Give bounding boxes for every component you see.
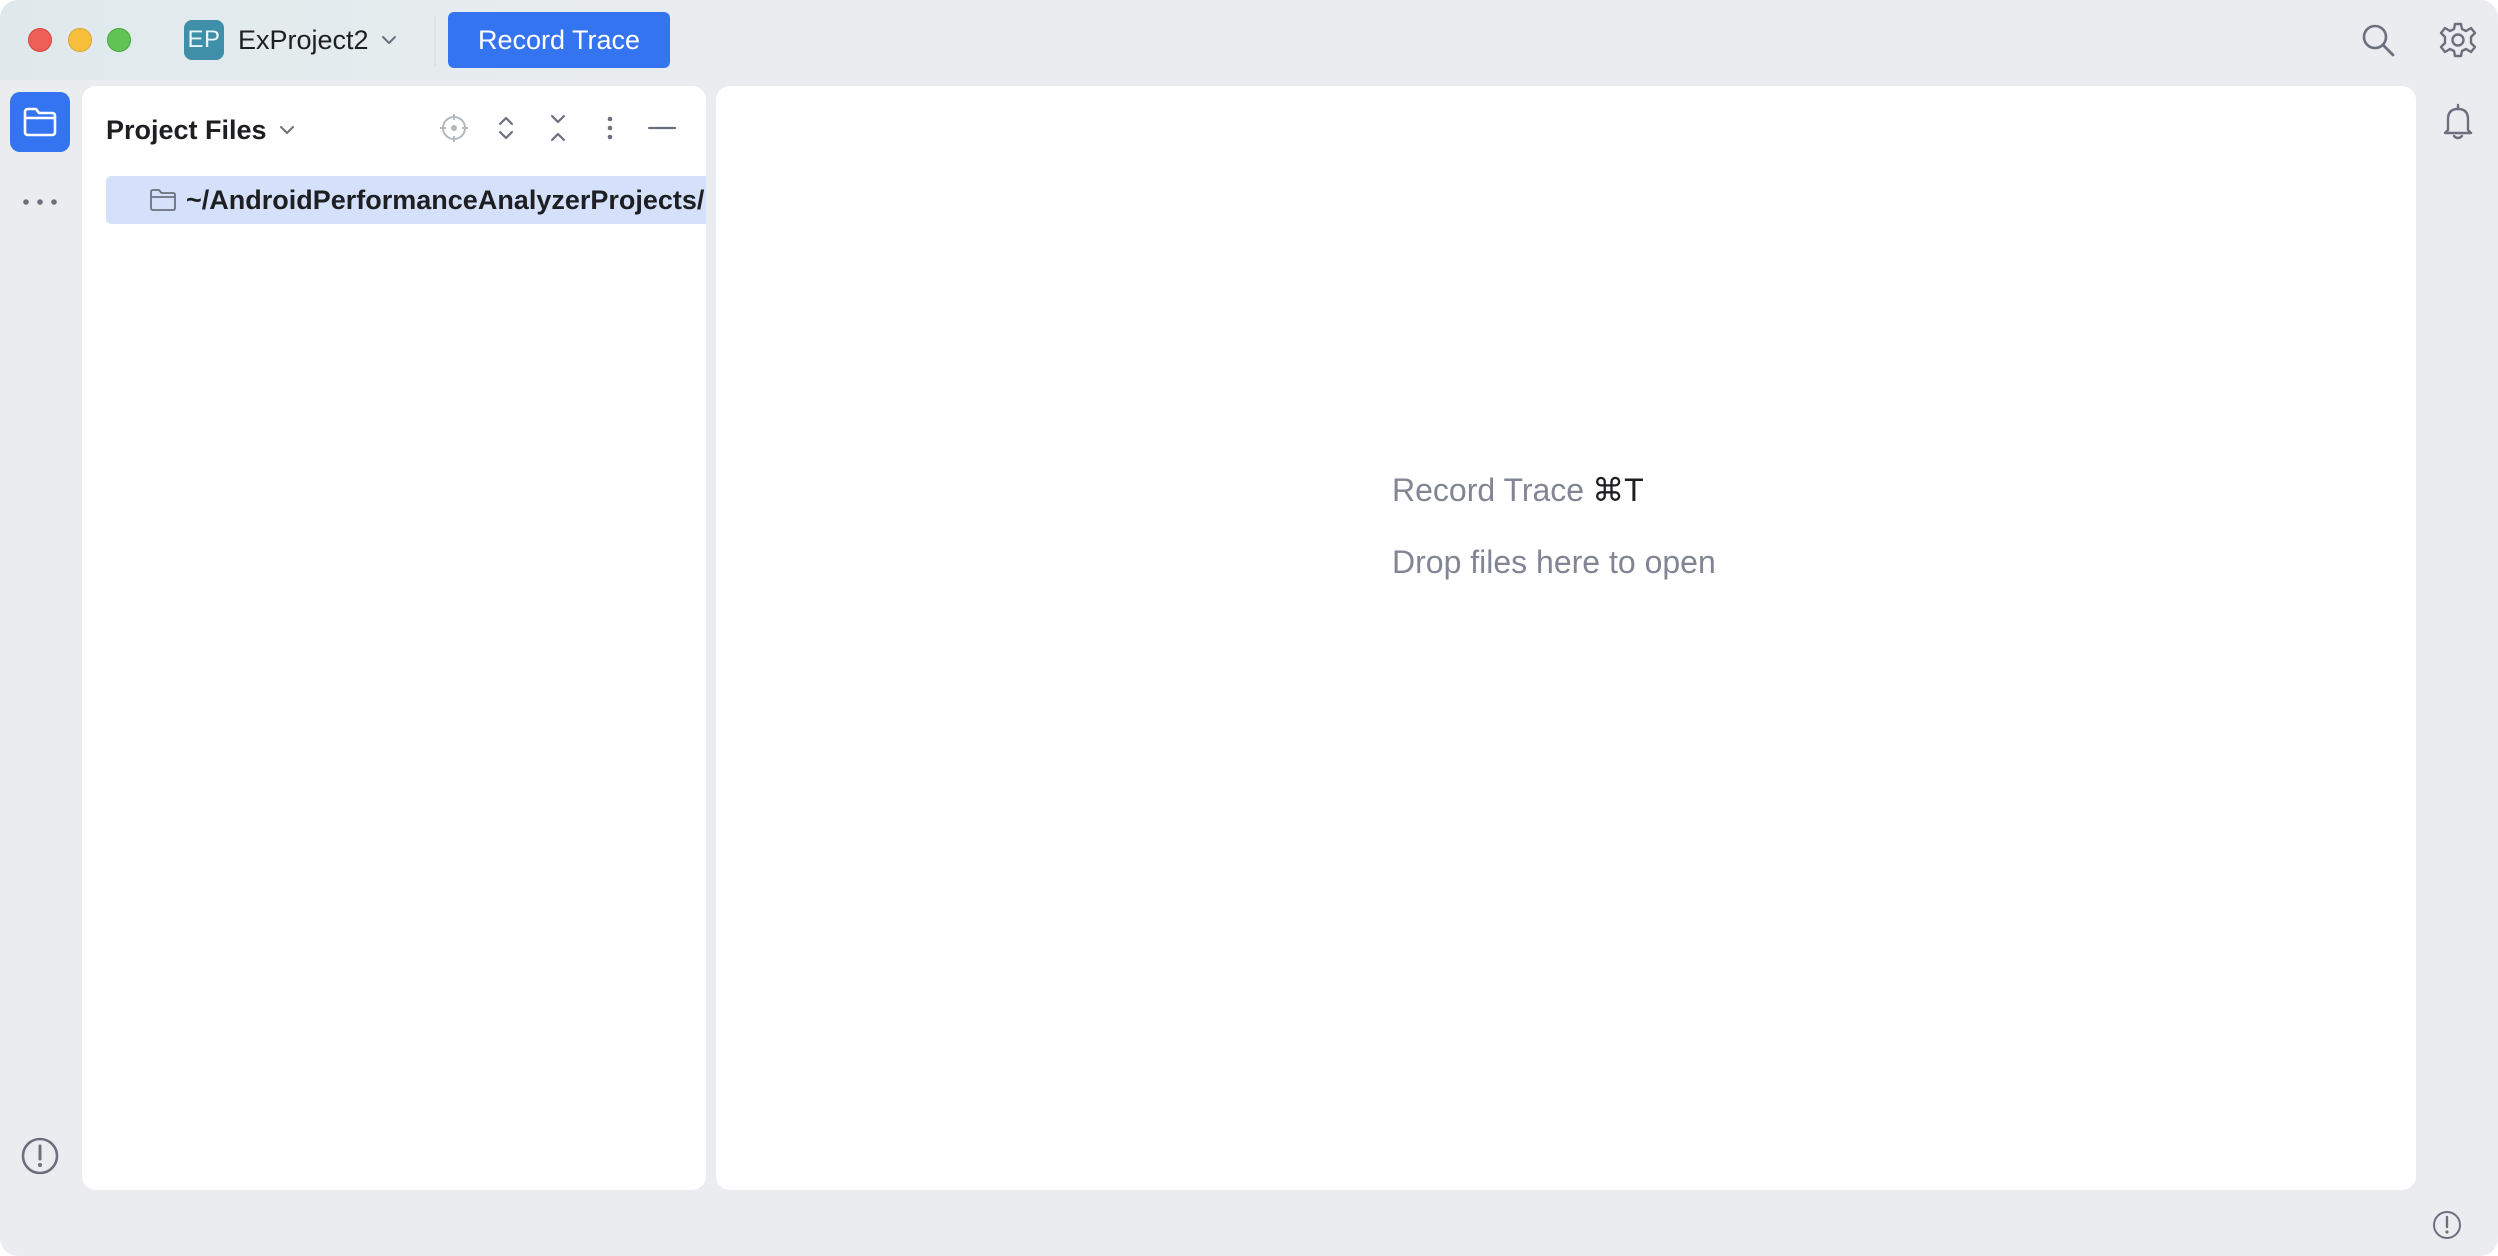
record-trace-button[interactable]: Record Trace — [448, 12, 670, 68]
project-name: ExProject2 — [238, 24, 369, 55]
notifications-bell-icon[interactable] — [2436, 100, 2480, 144]
folder-icon — [23, 107, 57, 137]
window-close-button[interactable] — [28, 28, 52, 52]
more-dots-icon[interactable] — [20, 190, 60, 214]
problems-warning-icon[interactable] — [18, 1134, 62, 1178]
panel-title: Project Files — [106, 114, 267, 145]
locate-icon[interactable] — [436, 110, 472, 146]
status-warning-icon[interactable] — [2430, 1208, 2464, 1242]
hint-shortcut: ⌘T — [1592, 472, 1644, 508]
title-bar: EP ExProject2 Record Trace — [0, 0, 2498, 80]
hint-action-label: Record Trace — [1392, 472, 1585, 508]
tree-item-label: ~/AndroidPerformanceAnalyzerProjects/ — [186, 184, 705, 215]
expand-all-icon[interactable] — [488, 110, 524, 146]
drop-files-hint: Drop files here to open — [1392, 544, 1716, 580]
search-icon[interactable] — [2358, 20, 2398, 60]
chevron-down-icon — [279, 126, 294, 134]
record-trace-hint[interactable]: Record Trace ⌘T — [1392, 464, 1716, 516]
window-maximize-button[interactable] — [107, 28, 131, 52]
chevron-down-icon — [381, 36, 396, 44]
project-switcher[interactable]: EP ExProject2 — [184, 20, 399, 60]
window-minimize-button[interactable] — [68, 28, 92, 52]
titlebar-divider — [434, 16, 436, 66]
project-files-panel: Project Files ~/AndroidPerformanceAnalyz… — [82, 86, 706, 1190]
tree-item-root-folder[interactable]: ~/AndroidPerformanceAnalyzerProjects/ — [106, 176, 706, 224]
editor-area[interactable]: Record Trace ⌘T Drop files here to open — [716, 86, 2416, 1190]
collapse-all-icon[interactable] — [540, 110, 576, 146]
app-window: EP ExProject2 Record Trace Project Files… — [0, 0, 2498, 1256]
folder-icon — [150, 189, 176, 211]
options-menu-icon[interactable] — [592, 110, 628, 146]
project-files-toolwindow-button[interactable] — [10, 92, 70, 152]
panel-title-dropdown[interactable]: Project Files — [106, 110, 297, 150]
hide-minus-icon[interactable] — [644, 110, 680, 146]
project-badge: EP — [184, 20, 224, 60]
empty-editor-hints: Record Trace ⌘T Drop files here to open — [1392, 464, 1716, 588]
settings-gear-icon[interactable] — [2438, 20, 2478, 60]
